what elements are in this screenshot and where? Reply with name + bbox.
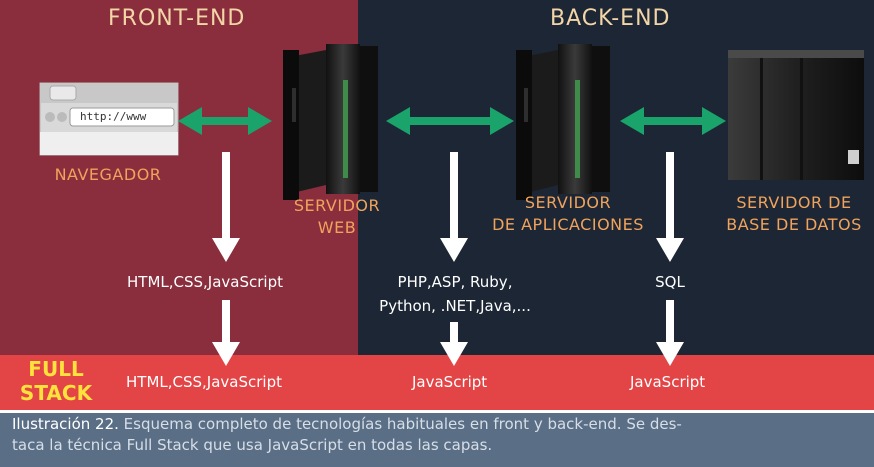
- full-stack-app-tech: JavaScript: [412, 373, 488, 391]
- front-tech-label: HTML,CSS,JavaScript: [127, 273, 283, 291]
- app-tech-label-line1: PHP,ASP, Ruby,: [397, 273, 513, 291]
- browser-address-text: http://www: [80, 110, 147, 123]
- caption-line2: taca la técnica Full Stack que usa JavaS…: [12, 436, 493, 454]
- arrow-browser-web: [178, 107, 272, 135]
- arrow-down-front-1: [212, 152, 240, 262]
- arrow-down-front-2: [212, 300, 240, 366]
- app-server-label-line1: SERVIDOR: [524, 193, 612, 212]
- db-server-label-line1: SERVIDOR DE: [736, 193, 852, 212]
- arrow-down-db-2: [656, 300, 684, 366]
- web-server-icon: [283, 44, 378, 200]
- front-end-title: FRONT-END: [108, 6, 246, 31]
- web-server-label-line2: WEB: [317, 218, 357, 237]
- full-stack-label-line1: FULL: [28, 357, 84, 381]
- app-server-label-line2: DE APLICACIONES: [492, 215, 644, 234]
- full-stack-label: FULL STACK: [6, 357, 106, 405]
- database-server-icon: [728, 50, 864, 180]
- full-stack-db-tech: JavaScript: [630, 373, 706, 391]
- app-tech-label-line2: Python, .NET,Java,...: [379, 297, 531, 315]
- arrow-app-db: [620, 107, 726, 135]
- db-server-label-line2: BASE DE DATOS: [726, 215, 862, 234]
- web-server-label-line1: SERVIDOR: [293, 196, 381, 215]
- caption-line1: Esquema completo de tecnologías habitual…: [123, 415, 682, 433]
- back-end-title: BACK-END: [550, 6, 671, 31]
- application-server-icon: [516, 44, 610, 200]
- diagram-canvas: http://www FRONT-END BACK-END NAVEGADOR …: [0, 0, 874, 467]
- arrow-web-app: [386, 107, 514, 135]
- browser-label: NAVEGADOR: [54, 165, 162, 184]
- caption-label: Ilustración 22.: [12, 415, 119, 433]
- full-stack-front-tech: HTML,CSS,JavaScript: [126, 373, 282, 391]
- db-tech-label: SQL: [655, 273, 685, 291]
- figure-caption: Ilustración 22. Esquema completo de tecn…: [12, 414, 864, 456]
- arrow-down-app-2: [440, 322, 468, 366]
- arrow-down-app-1: [440, 152, 468, 262]
- full-stack-label-line2: STACK: [19, 381, 93, 405]
